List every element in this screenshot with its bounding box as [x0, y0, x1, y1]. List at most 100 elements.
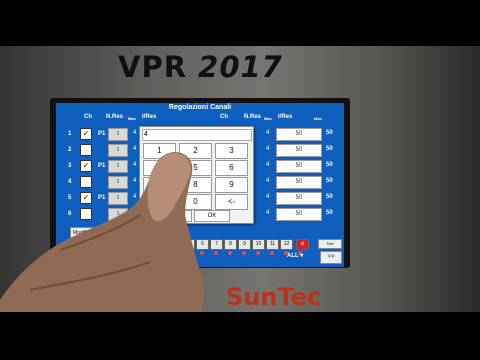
row-ires: 4 — [133, 162, 137, 168]
channel-led-icon — [186, 251, 190, 255]
letterbox-bottom — [0, 312, 480, 360]
header-right-max2: Max — [314, 116, 322, 121]
modifica-button[interactable]: Modific — [70, 227, 114, 239]
row-right-field[interactable]: 50 — [276, 192, 322, 205]
channel-led-icon — [242, 251, 246, 255]
row-number: 5 — [68, 195, 72, 201]
row-ires: 4 — [133, 194, 137, 200]
header-right-ch: Ch — [220, 114, 228, 120]
row-ires: 4 — [133, 146, 137, 152]
row-tag: P1 — [98, 163, 106, 169]
keypad-key[interactable]: 3 — [215, 143, 248, 159]
brand-year: 2017 — [198, 50, 283, 84]
all-dropdown[interactable]: ALL ▾ — [287, 252, 303, 259]
numeric-keypad: 4 1 2 3 4 5 6 7 8 9 0 <- Cancel OK — [139, 126, 254, 224]
header-nres: N.Res — [106, 114, 124, 120]
row-number: 3 — [68, 163, 72, 169]
row-right-field[interactable]: 50 — [276, 144, 322, 157]
channel-button[interactable]: 12 — [280, 239, 293, 250]
row-right-nres: 4 — [266, 210, 270, 216]
row-checkbox[interactable]: ✓ — [80, 128, 92, 140]
row-right-max: 50 — [326, 194, 333, 200]
row-tag: P1 — [98, 195, 106, 201]
row-number: 2 — [68, 147, 72, 153]
screen-title: Regolazioni Canali — [168, 104, 232, 111]
ok-button[interactable]: OK — [194, 210, 230, 222]
header-max: Max — [128, 116, 136, 121]
row-right-nres: 4 — [266, 194, 270, 200]
row-ires: 4 — [133, 210, 137, 216]
channel-button[interactable]: 9 — [238, 239, 251, 250]
row-number: 1 — [68, 131, 72, 137]
channel-button[interactable]: 6 — [196, 239, 209, 250]
keypad-key[interactable]: 8 — [179, 177, 212, 193]
row-nres-field[interactable]: 1 — [108, 208, 128, 221]
row-number: 6 — [68, 211, 72, 217]
header-ch: Ch — [84, 114, 92, 120]
touch-screen[interactable]: Regolazioni Canali Ch N.Res Max I/Res Ch… — [56, 103, 344, 267]
brand-label: VPR 2017 — [118, 50, 283, 84]
channel-button[interactable]: 10 — [252, 239, 265, 250]
row-nres-field[interactable]: 1 — [108, 160, 128, 173]
header-right-max: Max — [264, 116, 272, 121]
keypad-key[interactable]: <- — [215, 194, 248, 210]
row-nres-field[interactable]: 1 — [108, 144, 128, 157]
row-nres-field[interactable]: 1 — [108, 128, 128, 141]
keypad-key[interactable]: 7 — [143, 177, 176, 193]
row-checkbox[interactable] — [80, 144, 92, 156]
keypad-key[interactable]: 9 — [215, 177, 248, 193]
row-right-field[interactable]: 50 — [276, 160, 322, 173]
brand-name: VPR — [118, 50, 188, 84]
cancel-button[interactable]: Cancel — [156, 210, 192, 222]
channel-led-icon — [228, 251, 232, 255]
row-checkbox[interactable] — [80, 208, 92, 220]
channel-led-icon — [200, 251, 204, 255]
channel-button[interactable]: 5 — [182, 239, 195, 250]
row-nres-field[interactable]: 1 — [108, 176, 128, 189]
row-right-max: 50 — [326, 210, 333, 216]
channel-led-icon — [270, 251, 274, 255]
row-number: 4 — [68, 179, 72, 185]
channel-button[interactable]: 7 — [210, 239, 223, 250]
photo-frame: VPR 2017 Regolazioni Canali Ch N.Res Max… — [0, 0, 480, 360]
keypad-key[interactable]: 0 — [179, 194, 212, 210]
row-nres-field[interactable]: 1 — [108, 192, 128, 205]
row-checkbox[interactable]: ✓ — [80, 160, 92, 172]
row-right-field[interactable]: 50 — [276, 208, 322, 221]
keypad-key[interactable]: 4 — [143, 160, 176, 176]
header-right-nres: N.Res — [244, 114, 262, 120]
row-checkbox[interactable] — [80, 176, 92, 188]
channel-disable-button[interactable]: ⊘ — [296, 239, 309, 250]
row-right-field[interactable]: 50 — [276, 128, 322, 141]
row-right-max: 50 — [326, 130, 333, 136]
row-right-max: 50 — [326, 146, 333, 152]
header-right-ires: I/Res — [278, 114, 293, 120]
row-right-field[interactable]: 50 — [276, 176, 322, 189]
row-right-max: 50 — [326, 178, 333, 184]
row-right-max: 50 — [326, 162, 333, 168]
keypad-key[interactable]: 5 — [179, 160, 212, 176]
channel-led-icon — [256, 251, 260, 255]
header-ires: I/Res — [142, 114, 157, 120]
keypad-key[interactable]: 6 — [215, 160, 248, 176]
keypad-key[interactable] — [143, 194, 176, 210]
row-right-nres: 4 — [266, 146, 270, 152]
channel-button[interactable]: 4 — [168, 239, 181, 250]
maker-logo: SunTec — [226, 283, 322, 311]
channel-button[interactable]: 11 — [266, 239, 279, 250]
nav-prev-button[interactable]: << — [64, 251, 86, 264]
row-ires: 4 — [133, 130, 137, 136]
channel-led-icon — [214, 251, 218, 255]
row-tag: P1 — [98, 131, 106, 137]
keypad-display[interactable]: 4 — [142, 129, 252, 141]
row-right-nres: 4 — [266, 130, 270, 136]
test-button[interactable]: Test — [318, 239, 342, 249]
keypad-key[interactable]: 1 — [143, 143, 176, 159]
row-right-nres: 4 — [266, 178, 270, 184]
row-checkbox[interactable]: ✓ — [80, 192, 92, 204]
row-right-nres: 4 — [266, 162, 270, 168]
channel-button[interactable]: 8 — [224, 239, 237, 250]
nav-next-button[interactable]: >> — [320, 251, 342, 264]
row-ires: 4 — [133, 178, 137, 184]
keypad-key[interactable]: 2 — [179, 143, 212, 159]
